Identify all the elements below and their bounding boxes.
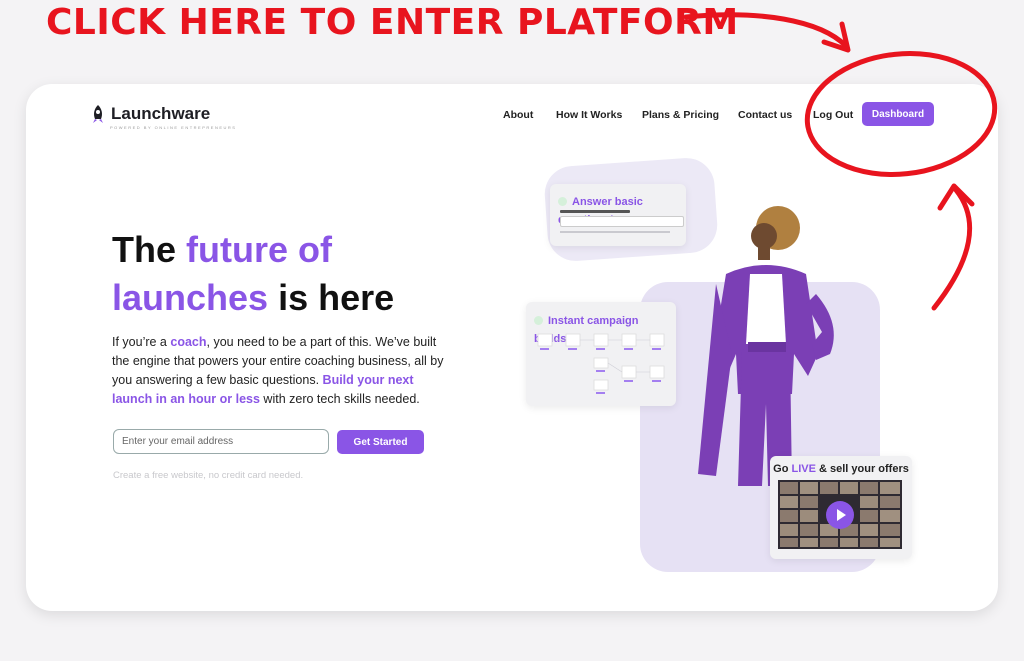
- go-live-suffix: & sell your offers: [815, 463, 909, 475]
- woman-illustration: [698, 206, 834, 486]
- hero-title-text-2: is here: [268, 277, 395, 318]
- fine-print: Create a free website, no credit card ne…: [113, 470, 304, 481]
- nav-contact-us[interactable]: Contact us: [738, 109, 792, 121]
- go-live-prefix: Go: [773, 463, 792, 475]
- hero-title-text-1: The: [112, 229, 187, 270]
- hero-title-accent-2: launches: [112, 277, 269, 318]
- hero-body-text-1: If you’re a: [112, 335, 171, 349]
- hero-body-accent-coach: coach: [170, 335, 207, 349]
- hero-description: If you’re a coach, you need to be a part…: [112, 333, 452, 409]
- hero-title: The future of launches is here: [112, 226, 452, 322]
- play-icon: [837, 509, 846, 521]
- get-started-button[interactable]: Get Started: [337, 430, 424, 454]
- go-live-accent: LIVE: [791, 463, 816, 475]
- nav-plans-pricing[interactable]: Plans & Pricing: [642, 109, 719, 121]
- rocket-logo-icon: [93, 105, 103, 123]
- website-card: Launchware POWERED BY ONLINE ENTREPRENEU…: [26, 84, 998, 611]
- dashboard-button[interactable]: Dashboard: [862, 102, 934, 126]
- question-line: [560, 210, 630, 213]
- hero-body-text-3: with zero tech skills needed.: [259, 392, 420, 406]
- video-grid: [778, 480, 902, 549]
- annotation-text: CLICK HERE TO ENTER PLATFORM: [46, 2, 739, 43]
- logo[interactable]: Launchware: [90, 104, 210, 124]
- nav-how-it-works[interactable]: How It Works: [556, 109, 622, 121]
- campaign-builds-panel: Instant campaign builds!: [526, 302, 676, 406]
- logo-text: Launchware: [111, 104, 211, 123]
- play-button[interactable]: [826, 501, 854, 529]
- question-hint-line: [560, 231, 670, 233]
- campaign-flowchart: [537, 333, 665, 394]
- nav-about[interactable]: About: [503, 109, 533, 121]
- nav-log-out[interactable]: Log Out: [813, 109, 853, 121]
- logo-tagline: POWERED BY ONLINE ENTREPRENEURS: [110, 125, 237, 130]
- check-dot-icon: [534, 316, 543, 325]
- go-live-panel: Go LIVE & sell your offers: [770, 456, 912, 559]
- go-live-title: Go LIVE & sell your offers: [770, 463, 912, 475]
- hero-title-accent-1: future of: [186, 229, 332, 270]
- email-input[interactable]: [113, 429, 329, 454]
- check-dot-icon: [558, 197, 567, 206]
